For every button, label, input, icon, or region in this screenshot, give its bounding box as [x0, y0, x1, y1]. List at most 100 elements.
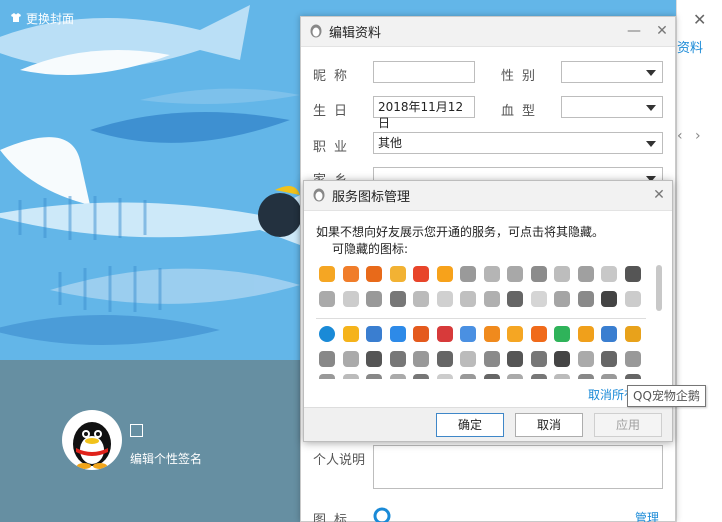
service-icon[interactable]: [410, 265, 432, 283]
close-icon[interactable]: ✕: [653, 22, 671, 40]
icon-row: [316, 350, 645, 368]
personal-desc-label: 个人说明: [313, 453, 366, 468]
service-icon[interactable]: [528, 325, 550, 343]
service-icon[interactable]: [504, 350, 526, 368]
service-icon[interactable]: [387, 373, 409, 379]
service-icon[interactable]: [481, 265, 503, 283]
service-icon-grid: [316, 261, 656, 379]
service-icon[interactable]: [363, 350, 385, 368]
service-icon[interactable]: [387, 290, 409, 308]
personal-desc-input[interactable]: [373, 445, 663, 489]
service-icon[interactable]: [575, 350, 597, 368]
service-icon[interactable]: [528, 290, 550, 308]
service-icon[interactable]: [387, 325, 409, 343]
cancel-button[interactable]: 取消: [515, 413, 583, 437]
service-icon[interactable]: [363, 265, 385, 283]
manage-link[interactable]: 管理: [635, 509, 659, 522]
service-icon[interactable]: [434, 373, 456, 379]
service-icon[interactable]: [598, 290, 620, 308]
close-icon[interactable]: ✕: [650, 186, 668, 204]
service-icon[interactable]: [504, 325, 526, 343]
service-icon[interactable]: [340, 265, 362, 283]
service-icon[interactable]: [387, 265, 409, 283]
ok-button[interactable]: 确定: [436, 413, 504, 437]
chevron-right-icon[interactable]: ›: [695, 128, 701, 144]
service-icon[interactable]: [434, 265, 456, 283]
service-icon[interactable]: [363, 373, 385, 379]
service-dialog-title: 服务图标管理: [332, 190, 411, 205]
change-cover-button[interactable]: 更换封面: [10, 10, 74, 27]
service-icon[interactable]: [528, 373, 550, 379]
service-icon[interactable]: [457, 373, 479, 379]
service-icon[interactable]: [340, 373, 362, 379]
service-icon[interactable]: [340, 350, 362, 368]
service-icon[interactable]: [363, 325, 385, 343]
service-icon[interactable]: [575, 290, 597, 308]
service-icon[interactable]: [457, 350, 479, 368]
service-icon[interactable]: [481, 325, 503, 343]
service-icon[interactable]: [316, 373, 338, 379]
change-cover-label: 更换封面: [26, 12, 75, 26]
blood-type-select[interactable]: [561, 96, 663, 118]
service-icon[interactable]: [622, 350, 644, 368]
service-icon[interactable]: [410, 373, 432, 379]
service-icon[interactable]: [434, 290, 456, 308]
gender-select[interactable]: [561, 61, 663, 83]
tooltip: QQ宠物企鹅: [627, 385, 706, 407]
service-icon[interactable]: [551, 265, 573, 283]
close-icon[interactable]: ✕: [693, 10, 706, 29]
service-icon[interactable]: [622, 325, 644, 343]
icon-row: [316, 290, 645, 308]
service-icon[interactable]: [551, 290, 573, 308]
job-select[interactable]: 其他: [373, 132, 663, 154]
service-icon[interactable]: [434, 325, 456, 343]
service-icon[interactable]: [551, 325, 573, 343]
service-icon[interactable]: [363, 290, 385, 308]
service-icon[interactable]: [598, 265, 620, 283]
service-icon[interactable]: [410, 290, 432, 308]
service-icon[interactable]: [434, 350, 456, 368]
service-icon[interactable]: [598, 350, 620, 368]
minimize-icon[interactable]: —: [625, 22, 643, 40]
service-icon[interactable]: [551, 373, 573, 379]
service-icon[interactable]: [504, 373, 526, 379]
service-icon[interactable]: [622, 265, 644, 283]
service-icon[interactable]: [316, 265, 338, 283]
service-icon[interactable]: [481, 373, 503, 379]
service-icon[interactable]: [504, 290, 526, 308]
icon-label: 图标: [313, 513, 356, 522]
icon-grid-scrollbar[interactable]: [656, 265, 662, 311]
service-icon[interactable]: [622, 290, 644, 308]
apply-button[interactable]: 应用: [594, 413, 662, 437]
birthday-input[interactable]: 2018年11月12日: [373, 96, 475, 130]
service-icon[interactable]: [598, 373, 620, 379]
nickname-input[interactable]: [373, 61, 475, 83]
service-icon[interactable]: [481, 350, 503, 368]
qq-icon[interactable]: [373, 507, 391, 522]
service-icon[interactable]: [528, 265, 550, 283]
service-icon[interactable]: [387, 350, 409, 368]
service-icon[interactable]: [457, 290, 479, 308]
service-icon[interactable]: [316, 350, 338, 368]
edit-signature-link[interactable]: 编辑个性签名: [130, 450, 202, 467]
service-icon[interactable]: [457, 265, 479, 283]
service-icon[interactable]: [340, 290, 362, 308]
service-icon[interactable]: [316, 290, 338, 308]
service-icon[interactable]: [316, 325, 338, 343]
service-icon[interactable]: [551, 350, 573, 368]
service-icon[interactable]: [481, 290, 503, 308]
profile-link-partial[interactable]: 资料: [677, 37, 703, 56]
service-icon[interactable]: [575, 265, 597, 283]
chevron-left-icon[interactable]: ‹: [677, 128, 683, 144]
service-icon[interactable]: [340, 325, 362, 343]
service-icon[interactable]: [504, 265, 526, 283]
service-icon[interactable]: [410, 350, 432, 368]
service-icon[interactable]: [575, 325, 597, 343]
service-icon[interactable]: [528, 350, 550, 368]
service-icon[interactable]: [457, 325, 479, 343]
service-icon[interactable]: [575, 373, 597, 379]
avatar[interactable]: [62, 410, 122, 470]
service-icon[interactable]: [410, 325, 432, 343]
service-icon[interactable]: [622, 373, 644, 379]
service-icon[interactable]: [598, 325, 620, 343]
